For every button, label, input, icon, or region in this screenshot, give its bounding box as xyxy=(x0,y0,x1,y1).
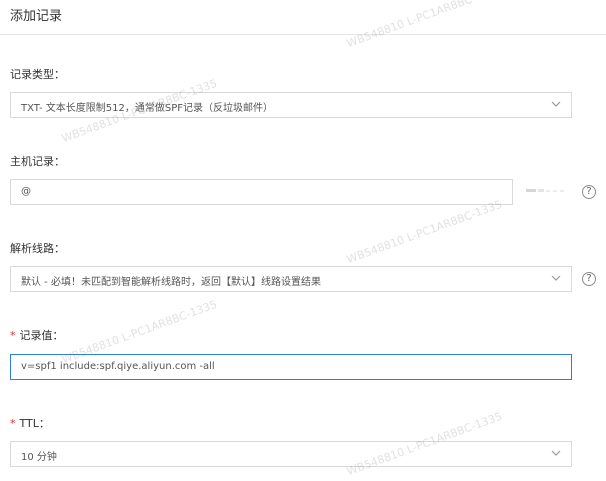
ttl-value: 10 分钟 xyxy=(21,452,57,463)
add-record-dialog: 添加记录 记录类型： TXT- 文本长度限制512，通常做SPF记录（反垃圾邮件… xyxy=(0,0,606,481)
chevron-down-icon xyxy=(551,450,561,456)
host-record-help-icon[interactable]: ? xyxy=(582,185,596,199)
ttl-label: * TTL： xyxy=(10,415,50,431)
domain-suffix-redacted xyxy=(526,189,564,192)
host-record-value: @ xyxy=(21,186,31,197)
chevron-down-icon xyxy=(551,275,561,281)
dialog-title: 添加记录 xyxy=(10,9,63,24)
ttl-select[interactable]: 10 分钟 xyxy=(10,441,572,467)
chevron-down-icon xyxy=(551,101,561,107)
watermark: WB548810 L-PC1AR8BC-1335 xyxy=(345,197,504,267)
dialog-header: 添加记录 xyxy=(0,0,606,35)
record-type-label: 记录类型： xyxy=(10,68,65,81)
record-value-input[interactable]: v=spf1 include:spf.qiye.aliyun.com -all xyxy=(10,354,572,380)
resolution-line-label: 解析线路： xyxy=(10,242,65,255)
record-value-label-text: 记录值： xyxy=(19,329,64,342)
required-mark: * xyxy=(10,417,16,430)
record-type-value: TXT- 文本长度限制512，通常做SPF记录（反垃圾邮件） xyxy=(21,103,273,114)
record-value-text: v=spf1 include:spf.qiye.aliyun.com -all xyxy=(21,361,215,372)
record-type-select[interactable]: TXT- 文本长度限制512，通常做SPF记录（反垃圾邮件） xyxy=(10,92,572,118)
record-value-label: * 记录值： xyxy=(10,327,64,343)
resolution-line-value: 默认 - 必填！未匹配到智能解析线路时，返回【默认】线路设置结果 xyxy=(21,277,321,288)
required-mark: * xyxy=(10,329,16,342)
ttl-label-text: TTL： xyxy=(19,417,50,430)
resolution-line-select[interactable]: 默认 - 必填！未匹配到智能解析线路时，返回【默认】线路设置结果 xyxy=(10,266,572,292)
host-record-label: 主机记录： xyxy=(10,155,65,168)
host-record-input[interactable]: @ xyxy=(10,179,513,205)
resolution-line-help-icon[interactable]: ? xyxy=(582,272,596,286)
